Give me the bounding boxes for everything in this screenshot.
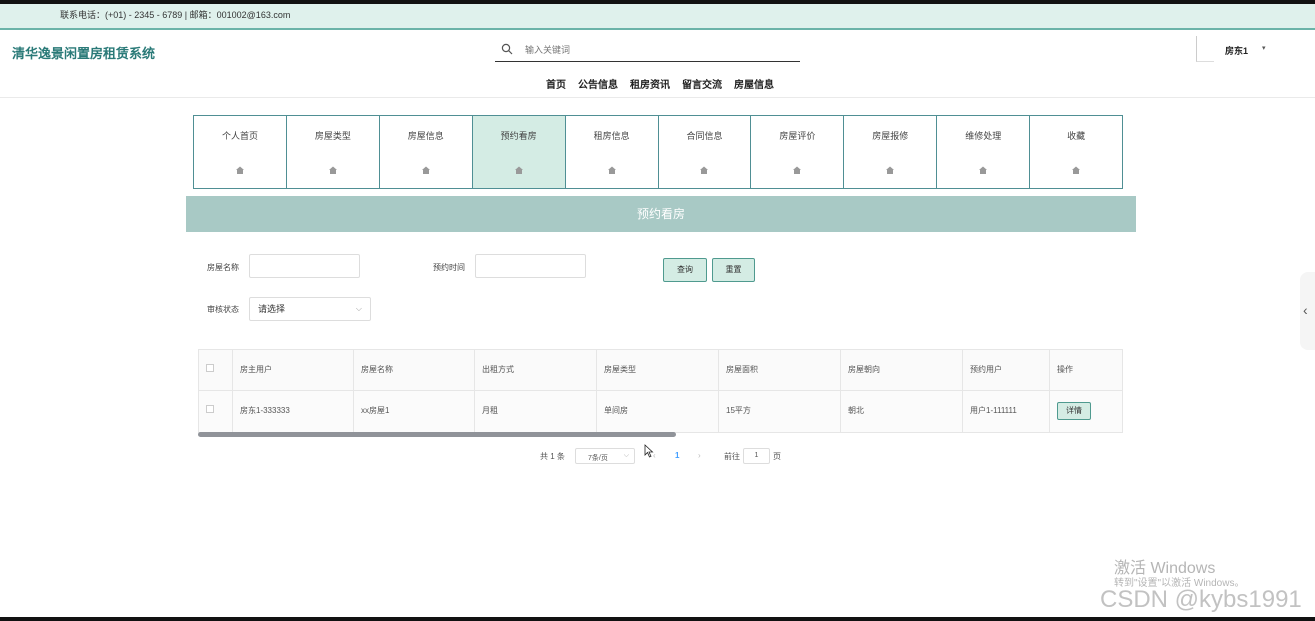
mouse-cursor-icon [644, 444, 654, 458]
tab-label: 个人首页 [221, 131, 258, 141]
next-page-icon[interactable]: › [698, 451, 701, 460]
tab-repair-handling[interactable]: 维修处理 [936, 115, 1031, 189]
goto-page-input[interactable]: 1 [743, 448, 770, 464]
home-icon [235, 166, 244, 174]
column-header[interactable]: 房屋面积 [719, 350, 841, 390]
chevron-down-icon[interactable]: ▾ [1262, 44, 1266, 52]
chevron-down-icon: ⌵ [623, 452, 629, 459]
home-icon [514, 166, 523, 174]
query-button[interactable]: 查询 [663, 258, 707, 282]
page-title: 预约看房 [186, 196, 1136, 232]
tab-house-review[interactable]: 房屋评价 [750, 115, 845, 189]
tab-house-info[interactable]: 房屋信息 [378, 115, 473, 189]
chevron-left-icon[interactable]: ‹ [1303, 302, 1308, 318]
tab-label: 房屋评价 [779, 131, 816, 141]
audit-status-value: 请选择 [258, 304, 286, 314]
tab-label: 收藏 [1067, 131, 1086, 141]
nav-messages[interactable]: 留言交流 [682, 76, 722, 91]
row-select-cell [199, 391, 233, 432]
page-number[interactable]: 1 [675, 451, 679, 460]
tab-label: 房屋类型 [314, 131, 351, 141]
column-header[interactable]: 出租方式 [475, 350, 597, 390]
goto-label: 前往 [724, 452, 740, 461]
page-size-value: 7条/页 [588, 455, 608, 462]
tab-booking[interactable]: 预约看房 [471, 115, 566, 189]
home-icon [607, 166, 616, 174]
tab-label: 房屋报修 [872, 131, 909, 141]
house-name-input[interactable] [249, 254, 360, 278]
nav-rental-news[interactable]: 租房资讯 [630, 76, 670, 91]
tab-label: 维修处理 [965, 131, 1002, 141]
table-cell: 月租 [475, 391, 597, 432]
home-icon [979, 166, 988, 174]
booking-time-label: 预约时间 [433, 263, 465, 272]
action-cell: 详情 [1050, 391, 1122, 432]
page-unit-label: 页 [773, 452, 781, 461]
page-size-select[interactable]: 7条/页 ⌵ [575, 448, 635, 464]
side-panel-toggle[interactable]: ‹ [1300, 272, 1315, 350]
tab-label: 预约看房 [500, 131, 537, 141]
home-icon [1072, 166, 1081, 174]
tab-personal-home[interactable]: 个人首页 [193, 115, 287, 189]
horizontal-scrollbar[interactable] [198, 432, 676, 437]
bottom-edge [0, 617, 1315, 621]
tab-label: 合同信息 [686, 131, 723, 141]
main-nav: 首页 公告信息 租房资讯 留言交流 房屋信息 [546, 76, 774, 91]
tab-rental-info[interactable]: 租房信息 [564, 115, 659, 189]
table-cell: 用户1-111111 [963, 391, 1050, 432]
home-icon [328, 166, 337, 174]
nav-announcements[interactable]: 公告信息 [578, 76, 618, 91]
column-header[interactable]: 房主用户 [233, 350, 354, 390]
avatar[interactable] [1196, 36, 1214, 62]
pagination-total: 共 1 条 [540, 452, 565, 461]
home-icon [421, 166, 430, 174]
user-menu[interactable]: 房东1 ▾ [1196, 36, 1276, 66]
csdn-watermark: CSDN @kybs1991 [1100, 586, 1302, 613]
row-checkbox[interactable] [206, 405, 214, 413]
reset-button[interactable]: 重置 [712, 258, 755, 282]
nav-home[interactable]: 首页 [546, 76, 566, 91]
table-cell: 单间房 [597, 391, 719, 432]
table-cell: xx房屋1 [354, 391, 475, 432]
user-name[interactable]: 房东1 [1225, 44, 1248, 57]
header: 清华逸景闲置房租赁系统 首页 公告信息 租房资讯 留言交流 房屋信息 房东1 ▾ [0, 30, 1315, 98]
select-all-checkbox[interactable] [206, 364, 214, 372]
column-header[interactable]: 房屋朝向 [841, 350, 963, 390]
search-input[interactable] [525, 43, 785, 57]
table-cell: 房东1-333333 [233, 391, 354, 432]
tab-label: 房屋信息 [407, 131, 444, 141]
column-header[interactable]: 预约用户 [963, 350, 1050, 390]
contact-info-bar: 联系电话：(+01) - 2345 - 6789 | 邮箱：001002@163… [0, 4, 1315, 30]
search-icon[interactable] [501, 43, 513, 55]
audit-status-select[interactable]: 请选择 ⌵ [249, 297, 371, 321]
booking-table: 房主用户 房屋名称 出租方式 房屋类型 房屋面积 房屋朝向 预约用户 操作 房东… [198, 349, 1123, 433]
tab-house-type[interactable]: 房屋类型 [285, 115, 380, 189]
tab-label: 租房信息 [593, 131, 630, 141]
table-cell: 朝北 [841, 391, 963, 432]
home-icon [793, 166, 802, 174]
table-cell: 15平方 [719, 391, 841, 432]
contact-info: 联系电话：(+01) - 2345 - 6789 | 邮箱：001002@163… [60, 10, 291, 20]
column-header[interactable]: 房屋名称 [354, 350, 475, 390]
detail-button[interactable]: 详情 [1057, 401, 1091, 420]
column-header[interactable]: 房屋类型 [597, 350, 719, 390]
home-icon [886, 166, 895, 174]
tab-favorites[interactable]: 收藏 [1029, 115, 1124, 189]
site-logo[interactable]: 清华逸景闲置房租赁系统 [12, 43, 155, 62]
chevron-down-icon: ⌵ [355, 304, 362, 313]
center-menu: 个人首页 房屋类型 房屋信息 预约看房 租房信息 合同信息 房屋评价 房屋报修 … [193, 115, 1124, 189]
search-box[interactable] [495, 40, 800, 62]
tab-contract-info[interactable]: 合同信息 [657, 115, 752, 189]
table-row: 房东1-333333 xx房屋1 月租 单间房 15平方 朝北 用户1-1111… [199, 391, 1122, 432]
booking-time-input[interactable] [475, 254, 586, 278]
nav-houses[interactable]: 房屋信息 [734, 76, 774, 91]
tab-house-repair[interactable]: 房屋报修 [843, 115, 938, 189]
audit-status-label: 审核状态 [207, 305, 239, 314]
house-name-label: 房屋名称 [207, 263, 239, 272]
home-icon [700, 166, 709, 174]
table-header-row: 房主用户 房屋名称 出租方式 房屋类型 房屋面积 房屋朝向 预约用户 操作 [199, 350, 1122, 391]
select-all-cell [199, 350, 233, 390]
column-header: 操作 [1057, 365, 1073, 374]
